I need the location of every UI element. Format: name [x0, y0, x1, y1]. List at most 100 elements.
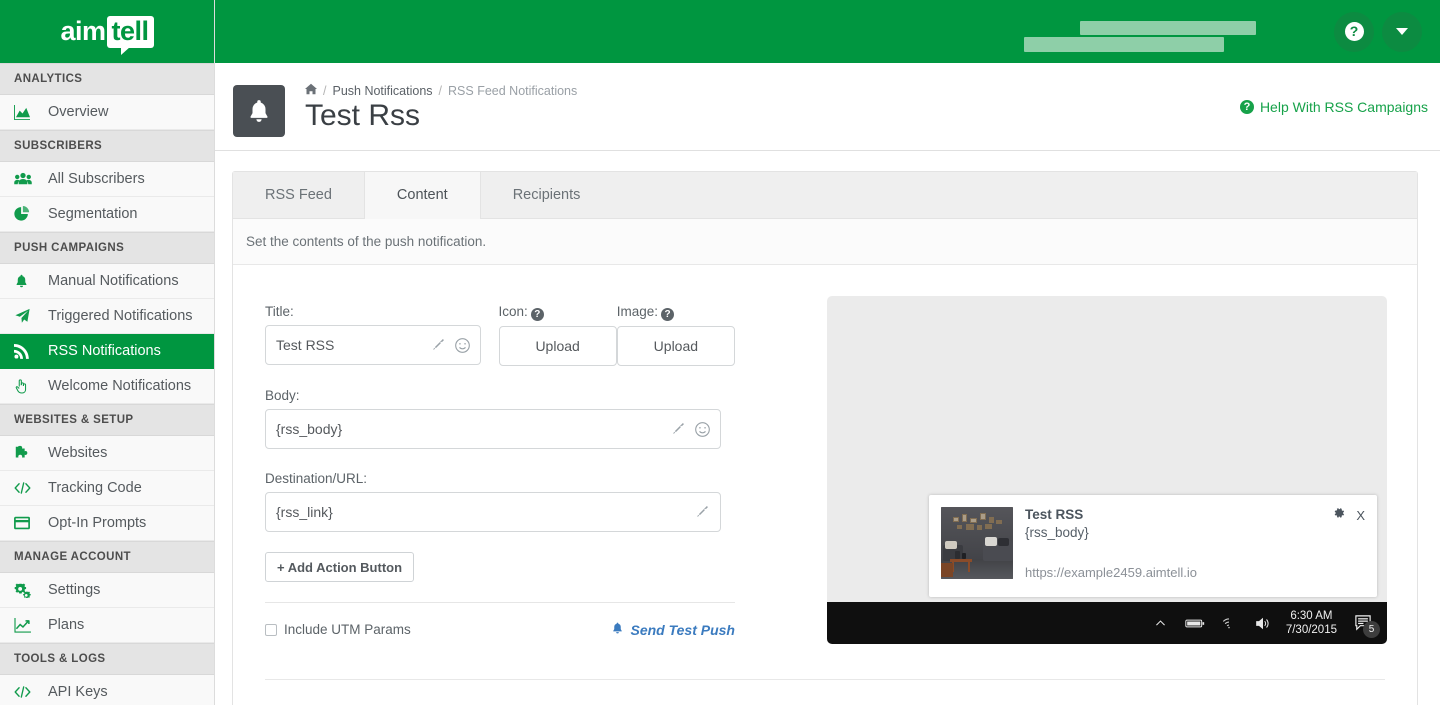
magic-wand-icon[interactable] [690, 500, 714, 524]
sidebar-item-rss-notifications[interactable]: RSS Notifications [0, 334, 214, 369]
checkbox-box [265, 624, 277, 636]
send-test-push-label: Send Test Push [630, 622, 735, 638]
sidebar-group-header: MANAGE ACCOUNT [0, 541, 214, 573]
image-label: Image:? [617, 304, 735, 320]
sidebar-item-label: Plans [48, 617, 84, 633]
sidebar-item-label: Segmentation [48, 206, 137, 222]
sidebar-item-welcome-notifications[interactable]: Welcome Notifications [0, 369, 214, 404]
help-button[interactable]: ? [1334, 12, 1374, 52]
tab-recipients[interactable]: Recipients [481, 172, 613, 218]
content-card: RSS FeedContentRecipients Set the conten… [232, 171, 1418, 705]
brand-logo[interactable]: aim tell [0, 0, 214, 63]
content-form: Title: Test RSS [265, 304, 735, 638]
tab-rss-feed[interactable]: RSS Feed [233, 172, 364, 218]
help-link-label: Help With RSS Campaigns [1260, 99, 1428, 115]
toast-close-icon[interactable]: X [1356, 508, 1365, 523]
card-bottom-divider [265, 679, 1385, 680]
toast-controls: X [1332, 506, 1365, 525]
title-label: Title: [265, 304, 499, 319]
send-test-push-button[interactable]: Send Test Push [611, 621, 735, 638]
question-circle-icon: ? [1240, 100, 1254, 114]
notification-bubble-icon[interactable]: 5 [1345, 602, 1381, 644]
magic-wand-icon[interactable] [666, 417, 690, 441]
gears-icon [14, 582, 48, 598]
hand-pointer-icon [14, 378, 48, 394]
sidebar-group-header: ANALYTICS [0, 63, 214, 95]
icon-label-text: Icon: [499, 304, 528, 319]
magic-wand-icon[interactable] [426, 333, 450, 357]
breadcrumb: / Push Notifications / RSS Feed Notifica… [305, 83, 577, 98]
bell-icon [14, 273, 48, 289]
sidebar-item-label: RSS Notifications [48, 343, 161, 359]
body-input[interactable]: {rss_body} [265, 409, 721, 449]
page-header: / Push Notifications / RSS Feed Notifica… [215, 63, 1440, 151]
notification-toast[interactable]: Test RSS {rss_body} https://example2459.… [929, 495, 1377, 597]
sidebar-item-segmentation[interactable]: Segmentation [0, 197, 214, 232]
toast-body-text: {rss_body} [1025, 525, 1365, 540]
title-field-group: Title: Test RSS [265, 304, 499, 366]
notification-preview: Test RSS {rss_body} https://example2459.… [827, 296, 1387, 644]
notification-count-badge: 5 [1363, 621, 1380, 638]
sidebar-item-tracking-code[interactable]: Tracking Code [0, 471, 214, 506]
body-field-group: Body: {rss_body} [265, 388, 735, 449]
puzzle-piece-icon [14, 445, 48, 461]
body-input-value: {rss_body} [266, 421, 666, 437]
sidebar-item-websites[interactable]: Websites [0, 436, 214, 471]
title-input[interactable]: Test RSS [265, 325, 481, 365]
question-circle-icon[interactable]: ? [531, 308, 544, 321]
pie-chart-icon [14, 206, 48, 222]
form-divider [265, 602, 735, 603]
icon-upload-button[interactable]: Upload [499, 326, 617, 366]
volume-icon[interactable] [1246, 602, 1280, 644]
question-circle-icon[interactable]: ? [661, 308, 674, 321]
sidebar-item-label: Tracking Code [48, 480, 142, 496]
sidebar-item-label: API Keys [48, 684, 108, 700]
tab-content[interactable]: Content [364, 172, 481, 219]
image-field-group: Image:? Upload [617, 304, 735, 366]
page-bell-icon [233, 85, 285, 137]
chevron-up-icon[interactable] [1144, 602, 1178, 644]
paper-plane-icon [14, 308, 48, 324]
wifi-icon[interactable] [1212, 602, 1246, 644]
destination-field-group: Destination/URL: {rss_link} [265, 471, 735, 532]
account-dropdown-button[interactable] [1382, 12, 1422, 52]
windows-taskbar: 6:30 AM 7/30/2015 5 [827, 602, 1387, 644]
sidebar-item-settings[interactable]: Settings [0, 573, 214, 608]
image-upload-button[interactable]: Upload [617, 326, 735, 366]
bell-icon [611, 621, 624, 638]
title-icon-image-row: Title: Test RSS [265, 304, 735, 366]
toast-content: Test RSS {rss_body} https://example2459.… [1013, 507, 1365, 585]
sidebar: aim tell ANALYTICS Overview SUBSCRIBERSAll… [0, 0, 215, 705]
add-action-button[interactable]: + Add Action Button [265, 552, 414, 582]
sidebar-item-manual-notifications[interactable]: Manual Notifications [0, 264, 214, 299]
sidebar-item-overview[interactable]: Overview [0, 95, 214, 130]
tab-bar: RSS FeedContentRecipients [233, 172, 1417, 219]
help-with-rss-campaigns-link[interactable]: ? Help With RSS Campaigns [1240, 99, 1428, 115]
breadcrumb-parent[interactable]: Push Notifications [332, 84, 432, 98]
smiley-icon[interactable] [690, 417, 714, 441]
brand-text-aim: aim [60, 16, 105, 47]
image-label-text: Image: [617, 304, 658, 319]
sidebar-item-all-subscribers[interactable]: All Subscribers [0, 162, 214, 197]
living-room-photo [941, 507, 1013, 579]
include-utm-params-checkbox[interactable]: Include UTM Params [265, 622, 411, 637]
sidebar-item-triggered-notifications[interactable]: Triggered Notifications [0, 299, 214, 334]
sidebar-group-header: SUBSCRIBERS [0, 130, 214, 162]
question-circle-icon: ? [1345, 22, 1364, 41]
smiley-icon[interactable] [450, 333, 474, 357]
title-input-value: Test RSS [266, 337, 426, 353]
sidebar-item-label: Overview [48, 104, 108, 120]
gear-icon[interactable] [1332, 506, 1346, 525]
sidebar-group-header: PUSH CAMPAIGNS [0, 232, 214, 264]
sidebar-group-header: WEBSITES & SETUP [0, 404, 214, 436]
sidebar-item-label: Triggered Notifications [48, 308, 193, 324]
home-icon[interactable] [305, 83, 317, 98]
taskbar-clock[interactable]: 6:30 AM 7/30/2015 [1280, 609, 1345, 637]
icon-field-group: Icon:? Upload [499, 304, 617, 366]
battery-icon[interactable] [1178, 602, 1212, 644]
body-label: Body: [265, 388, 735, 403]
destination-input[interactable]: {rss_link} [265, 492, 721, 532]
sidebar-item-plans[interactable]: Plans [0, 608, 214, 643]
sidebar-item-opt-in-prompts[interactable]: Opt-In Prompts [0, 506, 214, 541]
sidebar-item-api-keys[interactable]: API Keys [0, 675, 214, 705]
